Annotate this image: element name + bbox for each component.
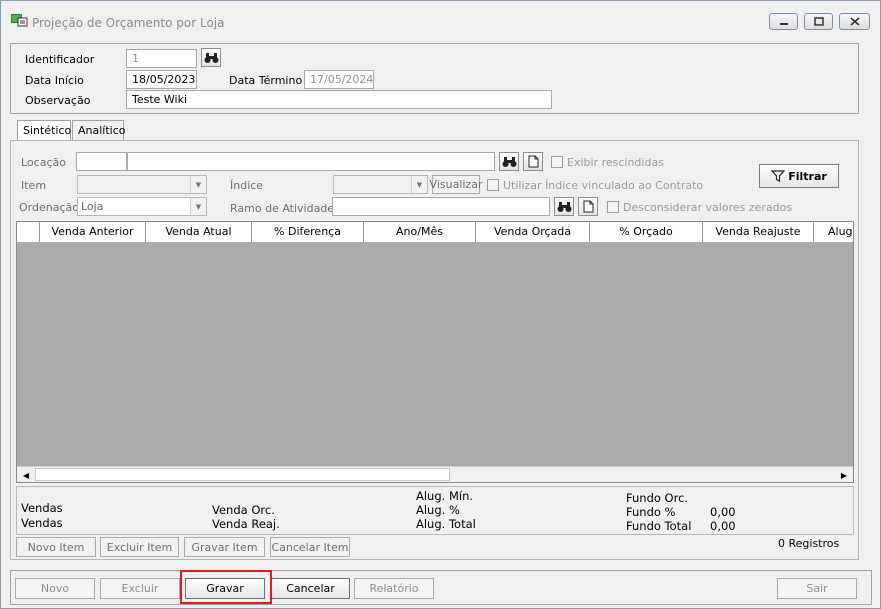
- summary-venda-orc: Venda Orc.: [212, 503, 275, 517]
- summary-fundo-pct-value: 0,00: [710, 505, 736, 519]
- item-select-arrow-wrap: ▼: [77, 175, 207, 194]
- scroll-right-icon[interactable]: ▶: [836, 468, 852, 482]
- ordenacao-label: Ordenação: [19, 201, 79, 214]
- document-icon: [528, 155, 538, 168]
- highlight-box: [180, 570, 272, 604]
- grid-column-alug[interactable]: Alug: [814, 222, 853, 242]
- maximize-icon: [813, 17, 824, 26]
- ramo-field[interactable]: [332, 197, 550, 216]
- summary-vendas-1: Vendas: [21, 501, 63, 515]
- sair-button[interactable]: Sair: [777, 578, 857, 599]
- grid-header: Venda Anterior Venda Atual % Diferença A…: [17, 222, 853, 242]
- summary-fundo-total: Fundo Total: [626, 519, 692, 533]
- summary-fundo-total-value: 0,00: [710, 519, 736, 533]
- filtrar-label: Filtrar: [788, 169, 827, 183]
- data-inicio-field[interactable]: 18/05/2023: [126, 70, 197, 89]
- identificador-field[interactable]: 1: [126, 49, 197, 68]
- locacao-label: Locação: [21, 156, 66, 169]
- minimize-button[interactable]: [769, 13, 798, 30]
- data-inicio-label: Data Início: [25, 74, 84, 87]
- exibir-rescindidas-label: Exibir rescindidas: [567, 156, 664, 169]
- data-termino-label: Data Término: [229, 74, 303, 87]
- cancelar-item-button[interactable]: Cancelar Item: [270, 537, 350, 557]
- clear-ramo-button[interactable]: [578, 197, 598, 216]
- summary-alug-min: Alug. Mín.: [416, 489, 474, 503]
- summary-alug-pct: Alug. %: [416, 503, 460, 517]
- gravar-item-button[interactable]: Gravar Item: [184, 537, 265, 557]
- registros-count: 0 Registros: [778, 537, 840, 550]
- minimize-icon: [779, 22, 788, 25]
- scroll-left-icon[interactable]: ◀: [18, 468, 34, 482]
- grid-column-venda-orcada[interactable]: Venda Orçada: [476, 222, 590, 242]
- binoculars-icon: [557, 201, 571, 212]
- grid-column-venda-atual[interactable]: Venda Atual: [146, 222, 252, 242]
- close-button[interactable]: [839, 13, 870, 30]
- excluir-button[interactable]: Excluir: [100, 578, 180, 599]
- utilizar-indice-label: Utilizar Índice vinculado ao Contrato: [503, 179, 704, 192]
- filtrar-button[interactable]: Filtrar: [759, 164, 839, 188]
- grid-column-orcado[interactable]: % Orçado: [590, 222, 703, 242]
- novo-item-button[interactable]: Novo Item: [16, 537, 96, 557]
- data-grid[interactable]: Venda Anterior Venda Atual % Diferença A…: [16, 221, 854, 483]
- utilizar-indice-checkbox[interactable]: [487, 179, 499, 191]
- relatorio-button[interactable]: Relatório: [354, 578, 434, 599]
- exibir-rescindidas-checkbox[interactable]: [551, 156, 563, 168]
- filter-icon: [771, 170, 786, 182]
- window-title: Projeção de Orçamento por Loja: [32, 16, 225, 30]
- document-icon: [583, 200, 593, 213]
- ramo-label: Ramo de Atividade: [230, 202, 335, 215]
- ordenacao-select-arrow-wrap: ▼: [77, 197, 207, 216]
- chevron-down-icon: ▼: [190, 198, 206, 215]
- novo-button[interactable]: Novo: [15, 578, 95, 599]
- desconsiderar-label: Desconsiderar valores zerados: [623, 201, 793, 214]
- grid-column-diferenca[interactable]: % Diferença: [252, 222, 364, 242]
- summary-alug-total: Alug. Total: [416, 517, 476, 531]
- locacao-code-field[interactable]: [76, 152, 127, 171]
- visualizar-button[interactable]: Visualizar: [430, 175, 482, 194]
- indice-select-arrow-wrap: ▼: [333, 175, 428, 194]
- chevron-down-icon: ▼: [190, 176, 206, 193]
- observacao-field[interactable]: Teste Wiki: [126, 90, 552, 109]
- maximize-button[interactable]: [804, 13, 833, 30]
- binoculars-icon: [502, 156, 516, 167]
- desconsiderar-checkbox[interactable]: [607, 201, 619, 213]
- item-label: Item: [21, 179, 47, 192]
- tab-analitico[interactable]: Analítico: [72, 120, 126, 140]
- grid-column-ano-mes[interactable]: Ano/Mês: [364, 222, 476, 242]
- summary-venda-reaj: Venda Reaj.: [212, 517, 280, 531]
- summary-fundo-pct: Fundo %: [626, 505, 676, 519]
- excluir-item-button[interactable]: Excluir Item: [100, 537, 179, 557]
- summary-vendas-2: Vendas: [21, 516, 63, 530]
- search-identificador-button[interactable]: [201, 48, 221, 67]
- grid-column-venda-anterior[interactable]: Venda Anterior: [40, 222, 146, 242]
- indice-label: Índice: [230, 179, 264, 192]
- horizontal-scrollbar[interactable]: ◀ ▶: [17, 466, 853, 482]
- tab-sintetico[interactable]: Sintético: [17, 120, 71, 141]
- summary-fundo-orc: Fundo Orc.: [626, 491, 689, 505]
- locacao-name-field[interactable]: [127, 152, 495, 171]
- grid-column-venda-reajuste[interactable]: Venda Reajuste: [703, 222, 814, 242]
- scrollbar-thumb[interactable]: [35, 468, 450, 481]
- binoculars-icon: [204, 52, 218, 63]
- close-icon: [849, 17, 860, 26]
- grid-column-indicator[interactable]: [17, 222, 40, 242]
- search-ramo-button[interactable]: [554, 197, 574, 216]
- search-locacao-button[interactable]: [499, 152, 519, 171]
- main-window: Projeção de Orçamento por Loja Identific…: [0, 0, 881, 609]
- clear-locacao-button[interactable]: [523, 152, 543, 171]
- cancelar-button[interactable]: Cancelar: [271, 578, 350, 599]
- header-panel: Identificador 1 Data Início 18/05/2023 D…: [10, 43, 859, 114]
- chevron-down-icon: ▼: [411, 176, 427, 193]
- data-termino-field[interactable]: 17/05/2024: [304, 70, 374, 89]
- title-bar: Projeção de Orçamento por Loja: [1, 1, 880, 35]
- observacao-label: Observação: [25, 94, 91, 107]
- identificador-label: Identificador: [25, 53, 95, 66]
- app-icon: [11, 14, 28, 27]
